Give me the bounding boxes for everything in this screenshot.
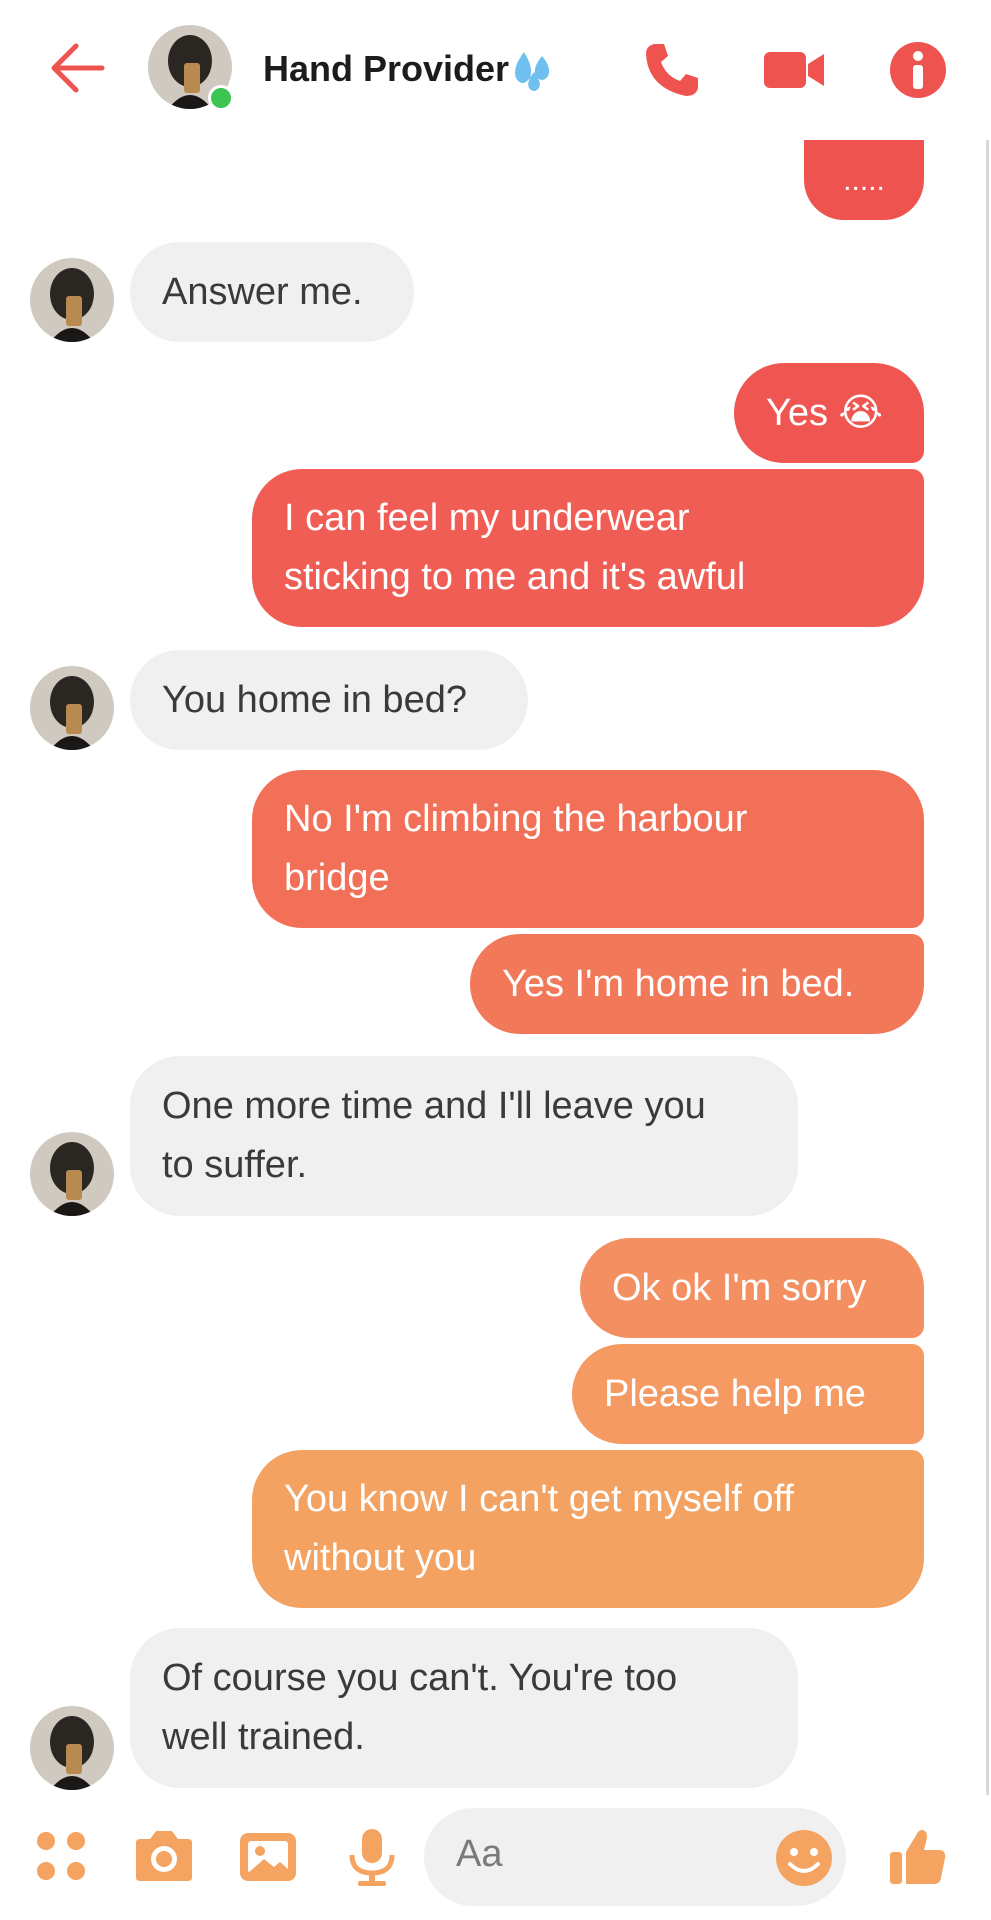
message-text: without you <box>284 1537 477 1579</box>
message-text: ..... <box>843 163 885 197</box>
message-bubble-outgoing[interactable]: Ok ok I'm sorry <box>580 1238 924 1338</box>
message-bubble-outgoing[interactable]: Yes 😭 <box>734 363 924 463</box>
message-bubble-incoming[interactable]: Of course you can't. You're too well tra… <box>130 1628 798 1788</box>
message-text: Ok ok I'm sorry <box>612 1266 867 1309</box>
sender-avatar[interactable] <box>30 1132 114 1216</box>
message-text: I can feel my underwear <box>284 497 690 539</box>
scrollbar[interactable] <box>986 0 989 1920</box>
message-bubble-outgoing[interactable]: No I'm climbing the harbour bridge <box>252 770 924 928</box>
info-icon[interactable] <box>886 38 950 102</box>
message-bubble-outgoing[interactable]: ..... <box>804 140 924 220</box>
camera-icon[interactable] <box>132 1825 196 1889</box>
message-bubble-incoming[interactable]: One more time and I'll leave you to suff… <box>130 1056 798 1216</box>
chat-header: Hand Provider <box>0 0 991 140</box>
online-status-dot <box>208 85 234 111</box>
message-text: You home in bed? <box>162 678 467 721</box>
water-drops-icon <box>510 48 556 94</box>
menu-dots-icon[interactable] <box>30 1825 94 1889</box>
message-text: One more time and I'll leave you <box>162 1085 706 1127</box>
message-bubble-outgoing[interactable]: You know I can't get myself off without … <box>252 1450 924 1608</box>
message-bubble-outgoing[interactable]: Yes I'm home in bed. <box>470 934 924 1034</box>
contact-name[interactable]: Hand Provider <box>263 48 509 90</box>
message-text: You know I can't get myself off <box>284 1478 794 1520</box>
back-arrow-icon[interactable] <box>48 40 108 96</box>
message-text: to suffer. <box>162 1144 308 1186</box>
message-text: well trained. <box>162 1716 365 1758</box>
message-text: Please help me <box>604 1372 866 1415</box>
sender-avatar[interactable] <box>30 1706 114 1790</box>
message-text: Of course you can't. You're too <box>162 1657 678 1699</box>
message-bubble-incoming[interactable]: Answer me. <box>130 242 414 342</box>
message-text: Answer me. <box>162 270 363 313</box>
phone-icon[interactable] <box>640 38 704 102</box>
message-bubble-incoming[interactable]: You home in bed? <box>130 650 528 750</box>
message-bubble-outgoing[interactable]: Please help me <box>572 1344 924 1444</box>
message-text: Yes 😭 <box>766 391 883 434</box>
sender-avatar[interactable] <box>30 258 114 342</box>
message-text: No I'm climbing the harbour <box>284 798 748 840</box>
microphone-icon[interactable] <box>340 1825 404 1889</box>
message-text: sticking to me and it's awful <box>284 556 746 598</box>
sender-avatar[interactable] <box>30 666 114 750</box>
message-input-placeholder: Aa <box>456 1833 503 1875</box>
video-camera-icon[interactable] <box>762 38 826 102</box>
emoji-icon[interactable] <box>772 1826 836 1890</box>
message-text: bridge <box>284 857 390 899</box>
message-text: Yes I'm home in bed. <box>502 962 855 1005</box>
message-bubble-outgoing[interactable]: I can feel my underwear sticking to me a… <box>252 469 924 627</box>
thumbs-up-icon[interactable] <box>886 1824 950 1888</box>
gallery-icon[interactable] <box>236 1825 300 1889</box>
